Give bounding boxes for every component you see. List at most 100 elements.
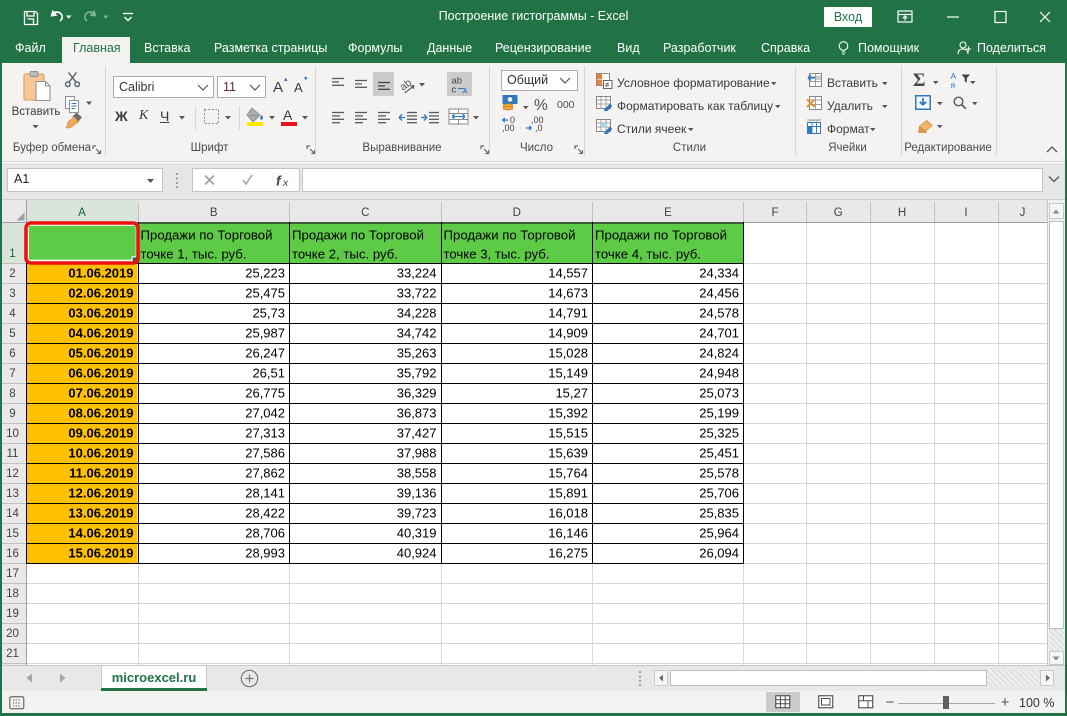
svg-text:40,319: 40,319 — [397, 526, 437, 541]
svg-text:B: B — [210, 207, 218, 219]
svg-text:9: 9 — [9, 408, 15, 420]
svg-text:11.06.2019: 11.06.2019 — [69, 466, 133, 481]
svg-text:D: D — [513, 207, 521, 219]
svg-text:25,964: 25,964 — [699, 526, 739, 541]
svg-text:15,028: 15,028 — [548, 346, 588, 361]
svg-text:14.06.2019: 14.06.2019 — [68, 526, 133, 541]
svg-text:ab: ab — [398, 77, 415, 94]
svg-text:точке 4, тыс. руб.: точке 4, тыс. руб. — [595, 247, 701, 262]
svg-text:28,141: 28,141 — [245, 486, 285, 501]
svg-text:точке 3, тыс. руб.: точке 3, тыс. руб. — [444, 247, 550, 262]
svg-text:12: 12 — [6, 468, 19, 480]
svg-text:33,722: 33,722 — [397, 286, 437, 301]
svg-text:17: 17 — [6, 568, 19, 580]
svg-text:39,723: 39,723 — [397, 506, 437, 521]
svg-text:09.06.2019: 09.06.2019 — [68, 426, 133, 441]
svg-text:35,792: 35,792 — [397, 366, 437, 381]
svg-text:02.06.2019: 02.06.2019 — [68, 286, 133, 301]
svg-text:x: x — [282, 177, 289, 188]
svg-text:21: 21 — [6, 648, 19, 660]
svg-text:14,909: 14,909 — [548, 326, 588, 341]
svg-text:15,639: 15,639 — [548, 446, 588, 461]
svg-text:14,673: 14,673 — [548, 286, 588, 301]
svg-text:G: G — [834, 207, 843, 219]
svg-text:А: А — [294, 80, 303, 95]
svg-text:34,742: 34,742 — [397, 326, 437, 341]
svg-text:%: % — [534, 97, 548, 114]
svg-text:16: 16 — [6, 548, 19, 560]
svg-text:15: 15 — [6, 528, 19, 540]
svg-text:Продажи по Торговой: Продажи по Торговой — [595, 228, 727, 243]
svg-text:f: f — [276, 173, 282, 188]
svg-text:37,988: 37,988 — [397, 446, 437, 461]
svg-text:2: 2 — [9, 268, 15, 280]
svg-text:7: 7 — [9, 368, 15, 380]
svg-text:18: 18 — [6, 588, 19, 600]
svg-text:,0: ,0 — [535, 123, 543, 133]
svg-text:28,422: 28,422 — [245, 506, 285, 521]
svg-text:25,73: 25,73 — [252, 306, 285, 321]
svg-text:27,586: 27,586 — [245, 446, 285, 461]
svg-text:C: C — [361, 207, 369, 219]
svg-text:27,313: 27,313 — [245, 426, 285, 441]
svg-text:точке 1, тыс. руб.: точке 1, тыс. руб. — [141, 247, 247, 262]
svg-text:6: 6 — [9, 348, 15, 360]
svg-text:А: А — [273, 79, 283, 96]
svg-text:06.06.2019: 06.06.2019 — [68, 366, 133, 381]
svg-text:1: 1 — [9, 248, 15, 260]
svg-text:4: 4 — [9, 308, 16, 320]
svg-text:07.06.2019: 07.06.2019 — [68, 386, 133, 401]
svg-text:я: я — [951, 80, 956, 89]
svg-text:≠: ≠ — [605, 81, 610, 90]
svg-text:E: E — [664, 207, 672, 219]
svg-text:24,824: 24,824 — [699, 346, 739, 361]
svg-text:15.06.2019: 15.06.2019 — [68, 546, 133, 561]
svg-text:38,558: 38,558 — [397, 466, 437, 481]
svg-text:14,791: 14,791 — [548, 306, 588, 321]
svg-text:A: A — [78, 207, 86, 219]
svg-text:15,764: 15,764 — [548, 466, 588, 481]
svg-text:25,475: 25,475 — [245, 286, 285, 301]
svg-text:20: 20 — [6, 628, 19, 640]
svg-text:16,146: 16,146 — [548, 526, 588, 541]
svg-text:,00: ,00 — [502, 123, 515, 133]
svg-text:15,149: 15,149 — [548, 366, 588, 381]
svg-text:11: 11 — [7, 448, 19, 460]
svg-text:F: F — [771, 207, 778, 219]
svg-text:Продажи по Торговой: Продажи по Торговой — [292, 228, 424, 243]
svg-text:13.06.2019: 13.06.2019 — [68, 506, 133, 521]
svg-text:03.06.2019: 03.06.2019 — [68, 306, 133, 321]
svg-text:08.06.2019: 08.06.2019 — [68, 406, 133, 421]
svg-text:04.06.2019: 04.06.2019 — [68, 326, 133, 341]
svg-text:16,018: 16,018 — [548, 506, 588, 521]
svg-text:26,094: 26,094 — [699, 546, 739, 561]
svg-text:36,873: 36,873 — [397, 406, 437, 421]
svg-text:25,578: 25,578 — [699, 466, 739, 481]
svg-text:14,557: 14,557 — [548, 266, 588, 281]
svg-text:24,948: 24,948 — [699, 366, 739, 381]
svg-text:25,199: 25,199 — [699, 406, 739, 421]
svg-text:26,51: 26,51 — [252, 366, 285, 381]
svg-text:5: 5 — [9, 328, 15, 340]
svg-text:15,891: 15,891 — [548, 486, 588, 501]
svg-text:15,392: 15,392 — [548, 406, 588, 421]
svg-text:J: J — [1020, 207, 1026, 219]
svg-text:24,701: 24,701 — [699, 326, 739, 341]
svg-text:33,224: 33,224 — [397, 266, 437, 281]
svg-text:27,862: 27,862 — [245, 466, 285, 481]
svg-text:15,27: 15,27 — [555, 386, 588, 401]
svg-text:13: 13 — [6, 488, 19, 500]
svg-text:26,247: 26,247 — [245, 346, 285, 361]
svg-text:10.06.2019: 10.06.2019 — [68, 446, 133, 461]
svg-text:10: 10 — [6, 428, 19, 440]
svg-text:16,275: 16,275 — [548, 546, 588, 561]
svg-text:А: А — [283, 107, 293, 123]
svg-text:39,136: 39,136 — [397, 486, 437, 501]
svg-text:000: 000 — [557, 99, 575, 111]
svg-text:Продажи по Торговой: Продажи по Торговой — [444, 228, 576, 243]
svg-text:3: 3 — [9, 288, 15, 300]
svg-text:25,706: 25,706 — [699, 486, 739, 501]
svg-text:01.06.2019: 01.06.2019 — [68, 266, 133, 281]
svg-text:05.06.2019: 05.06.2019 — [68, 346, 133, 361]
svg-text:35,263: 35,263 — [397, 346, 437, 361]
